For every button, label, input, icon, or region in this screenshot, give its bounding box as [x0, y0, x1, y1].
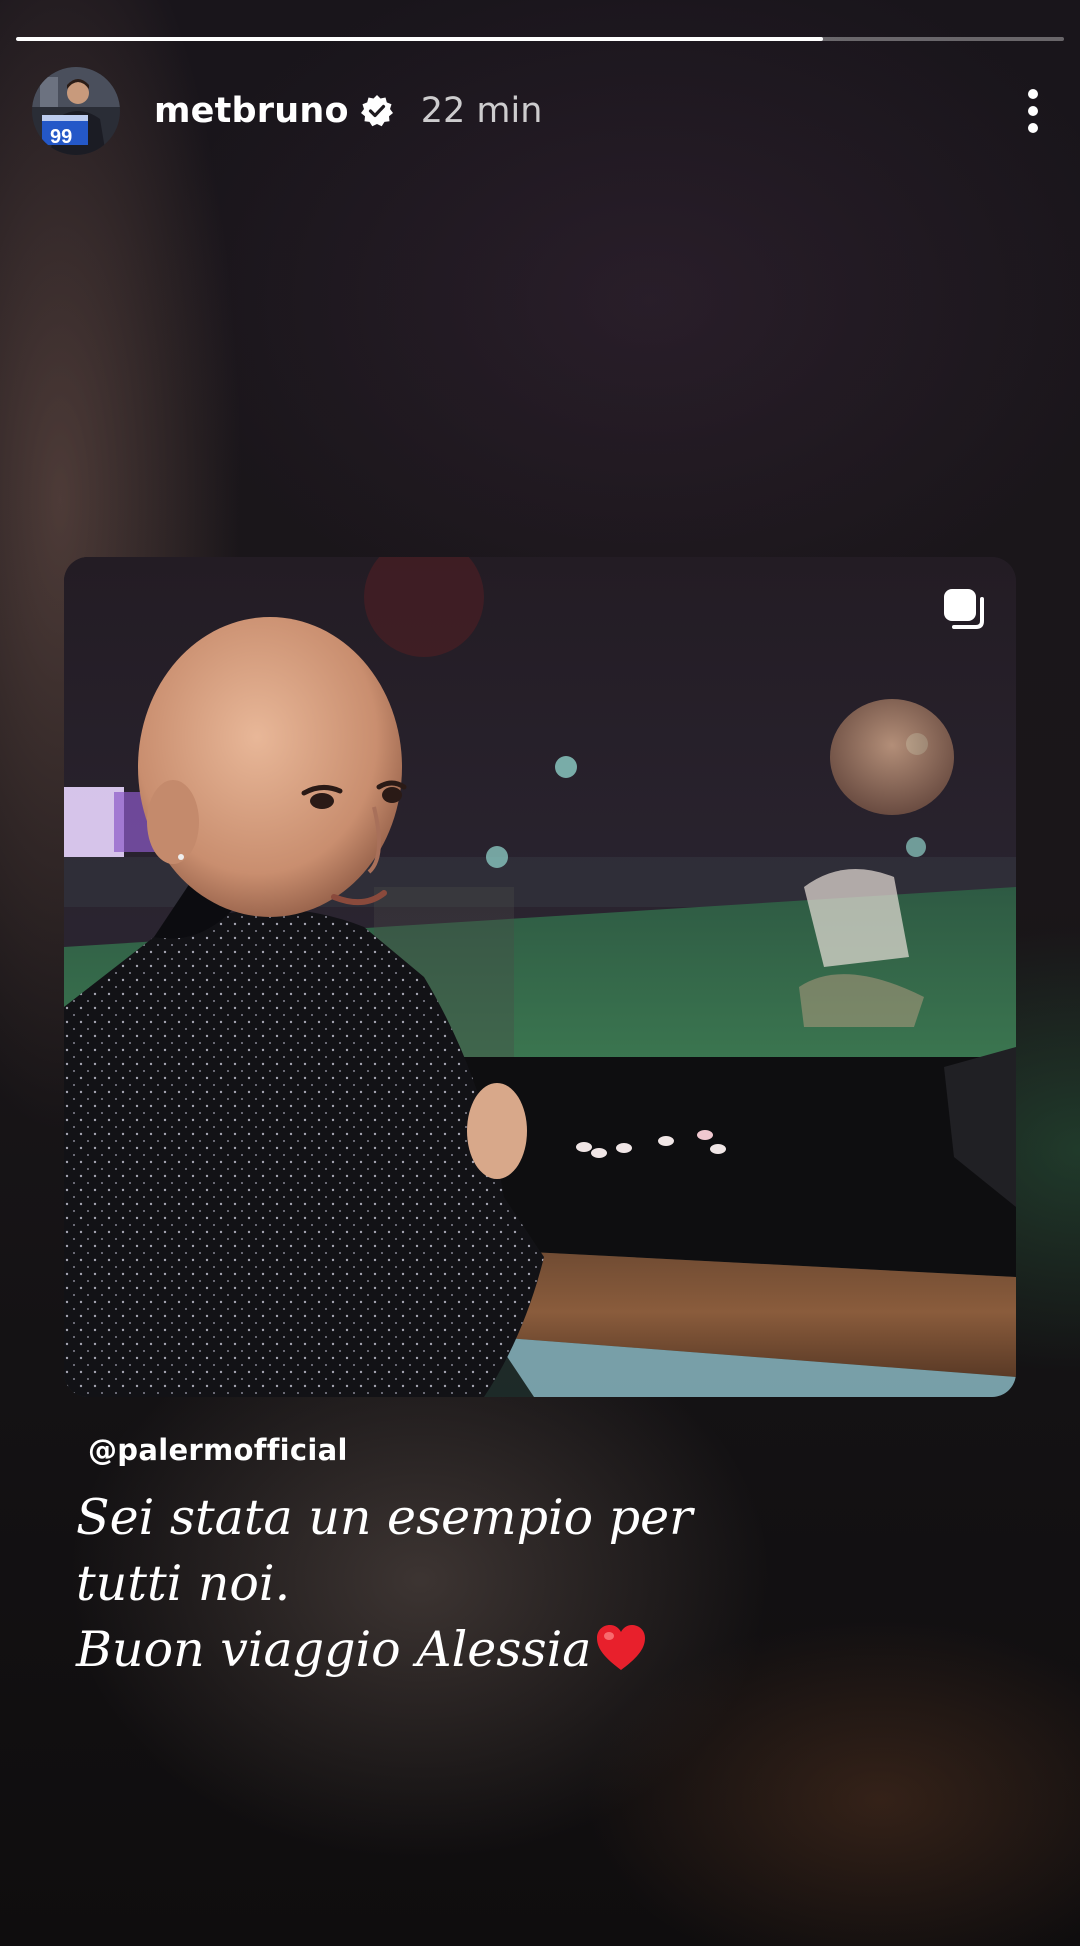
caption-text: Sei stata un esempio per tutti noi. Buon…	[76, 1485, 836, 1683]
avatar[interactable]: 99	[32, 67, 120, 155]
svg-text:99: 99	[50, 126, 72, 148]
mention-tag[interactable]: @palermofficial	[88, 1433, 836, 1467]
post-photo	[64, 557, 1016, 1397]
more-options-icon[interactable]	[1018, 81, 1048, 141]
story-progress-bar	[16, 37, 1064, 41]
story-view[interactable]: 99 metbruno 22 min @palermofficial Sei s…	[0, 0, 1080, 1946]
verified-badge-icon	[359, 93, 395, 129]
caption-line-1: Sei stata un esempio per	[76, 1489, 693, 1546]
story-progress-fill	[16, 37, 823, 41]
caption-line-3-wrap: Buon viaggio Alessia	[76, 1617, 836, 1683]
caption-line-3: Buon viaggio Alessia	[76, 1621, 592, 1678]
shared-post-card[interactable]	[64, 557, 1016, 1397]
story-caption: @palermofficial Sei stata un esempio per…	[76, 1433, 836, 1683]
story-header: 99 metbruno 22 min	[32, 67, 1048, 155]
red-heart-icon	[595, 1623, 647, 1671]
username[interactable]: metbruno	[154, 91, 349, 131]
post-time: 22 min	[420, 91, 543, 131]
caption-line-2: tutti noi.	[76, 1555, 291, 1612]
carousel-icon	[940, 585, 988, 633]
avatar-photo-icon: 99	[32, 67, 120, 155]
